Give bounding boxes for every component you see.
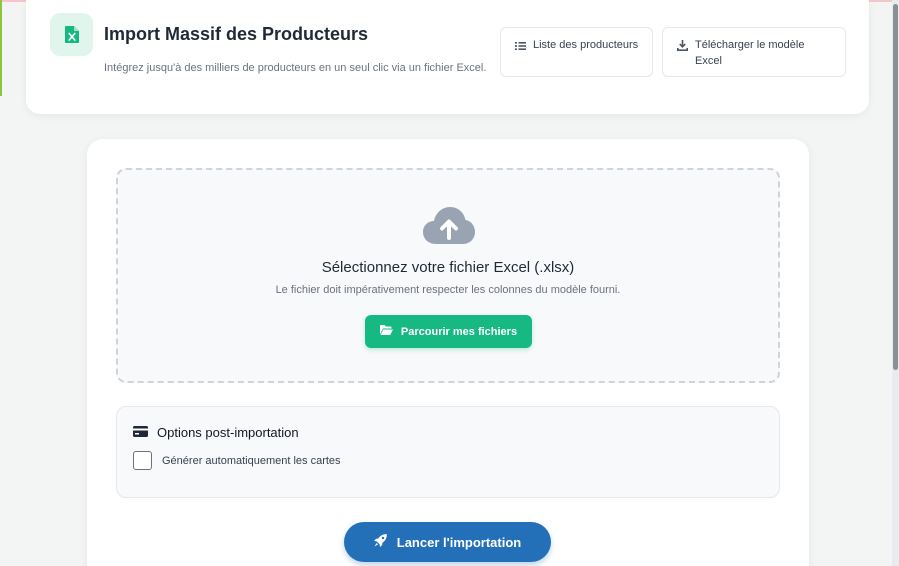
- cloud-upload-icon: [423, 207, 475, 250]
- file-dropzone[interactable]: Sélectionnez votre fichier Excel (.xlsx)…: [116, 168, 780, 383]
- generate-cards-option[interactable]: Générer automatiquement les cartes: [133, 451, 341, 470]
- options-title: Options post-importation: [157, 425, 299, 440]
- launch-import-button[interactable]: Lancer l'importation: [344, 522, 551, 562]
- producers-list-label: Liste des producteurs: [533, 39, 639, 51]
- excel-file-icon: [50, 13, 93, 56]
- rocket-icon: [373, 534, 387, 550]
- browse-files-button[interactable]: Parcourir mes fichiers: [365, 315, 532, 348]
- page-subtitle: Intégrez jusqu'à des milliers de product…: [104, 62, 487, 74]
- import-card: Sélectionnez votre fichier Excel (.xlsx)…: [87, 139, 809, 566]
- generate-cards-label: Générer automatiquement les cartes: [162, 454, 341, 467]
- list-icon: [515, 40, 526, 56]
- dropzone-hint: Le fichier doit impérativement respecter…: [275, 284, 621, 296]
- download-template-button[interactable]: Télécharger le modèle Excel: [662, 27, 846, 77]
- producers-list-button[interactable]: Liste des producteurs: [500, 27, 653, 77]
- browse-files-label: Parcourir mes fichiers: [400, 325, 518, 338]
- credit-card-icon: [133, 425, 148, 440]
- left-accent-bar: [0, 0, 2, 96]
- dropzone-title: Sélectionnez votre fichier Excel (.xlsx): [321, 259, 575, 276]
- folder-open-icon: [379, 325, 393, 338]
- generate-cards-checkbox[interactable]: [133, 451, 152, 470]
- page-title: Import Massif des Producteurs: [104, 24, 369, 44]
- download-icon: [677, 40, 688, 56]
- scrollbar-thumb[interactable]: [893, 4, 898, 370]
- launch-import-label: Lancer l'importation: [396, 534, 522, 550]
- header-card: Import Massif des Producteurs Intégrez j…: [26, 0, 869, 114]
- post-import-options-panel: Options post-importation Générer automat…: [116, 406, 780, 498]
- download-template-label: Télécharger le modèle Excel: [695, 39, 805, 67]
